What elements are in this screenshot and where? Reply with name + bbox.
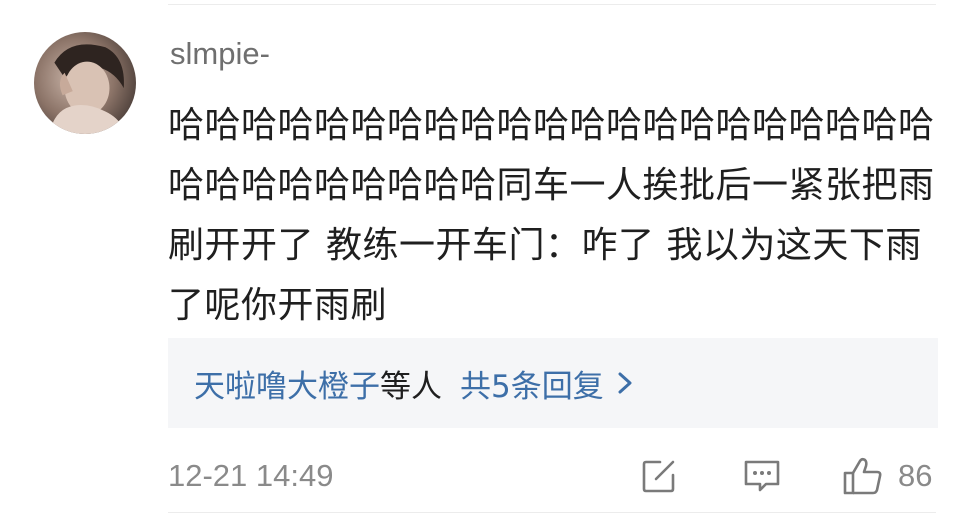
reply-count-link[interactable]: 共5条回复 bbox=[460, 361, 604, 406]
thumbs-up-icon bbox=[843, 457, 882, 495]
like-button[interactable]: 86 bbox=[842, 456, 932, 496]
bottom-divider bbox=[168, 512, 936, 513]
share-edit-button[interactable] bbox=[640, 456, 678, 496]
reply-etc-label: 等人 bbox=[380, 368, 442, 405]
comment-footer: 12-21 14:49 86 bbox=[168, 448, 938, 502]
like-count: 86 bbox=[898, 458, 933, 493]
top-divider bbox=[168, 4, 936, 5]
chevron-right-icon[interactable] bbox=[614, 368, 638, 398]
replies-summary[interactable]: 天啦噜大橙子 等人 共5条回复 bbox=[168, 338, 938, 428]
comment-button[interactable] bbox=[742, 456, 782, 496]
user-avatar[interactable] bbox=[34, 32, 136, 134]
comment-username[interactable]: slmpie- bbox=[170, 36, 270, 72]
reply-user-names[interactable]: 天啦噜大橙子 bbox=[194, 361, 380, 406]
share-edit-icon bbox=[642, 460, 675, 493]
comment-bubble-icon bbox=[744, 460, 780, 492]
comment-text: 哈哈哈哈哈哈哈哈哈哈哈哈哈哈哈哈哈哈哈哈哈哈哈哈哈哈哈哈哈哈同车一人挨批后一紧张… bbox=[168, 105, 935, 326]
comment-timestamp: 12-21 14:49 bbox=[168, 458, 334, 493]
avatar-photo-icon bbox=[34, 32, 136, 134]
